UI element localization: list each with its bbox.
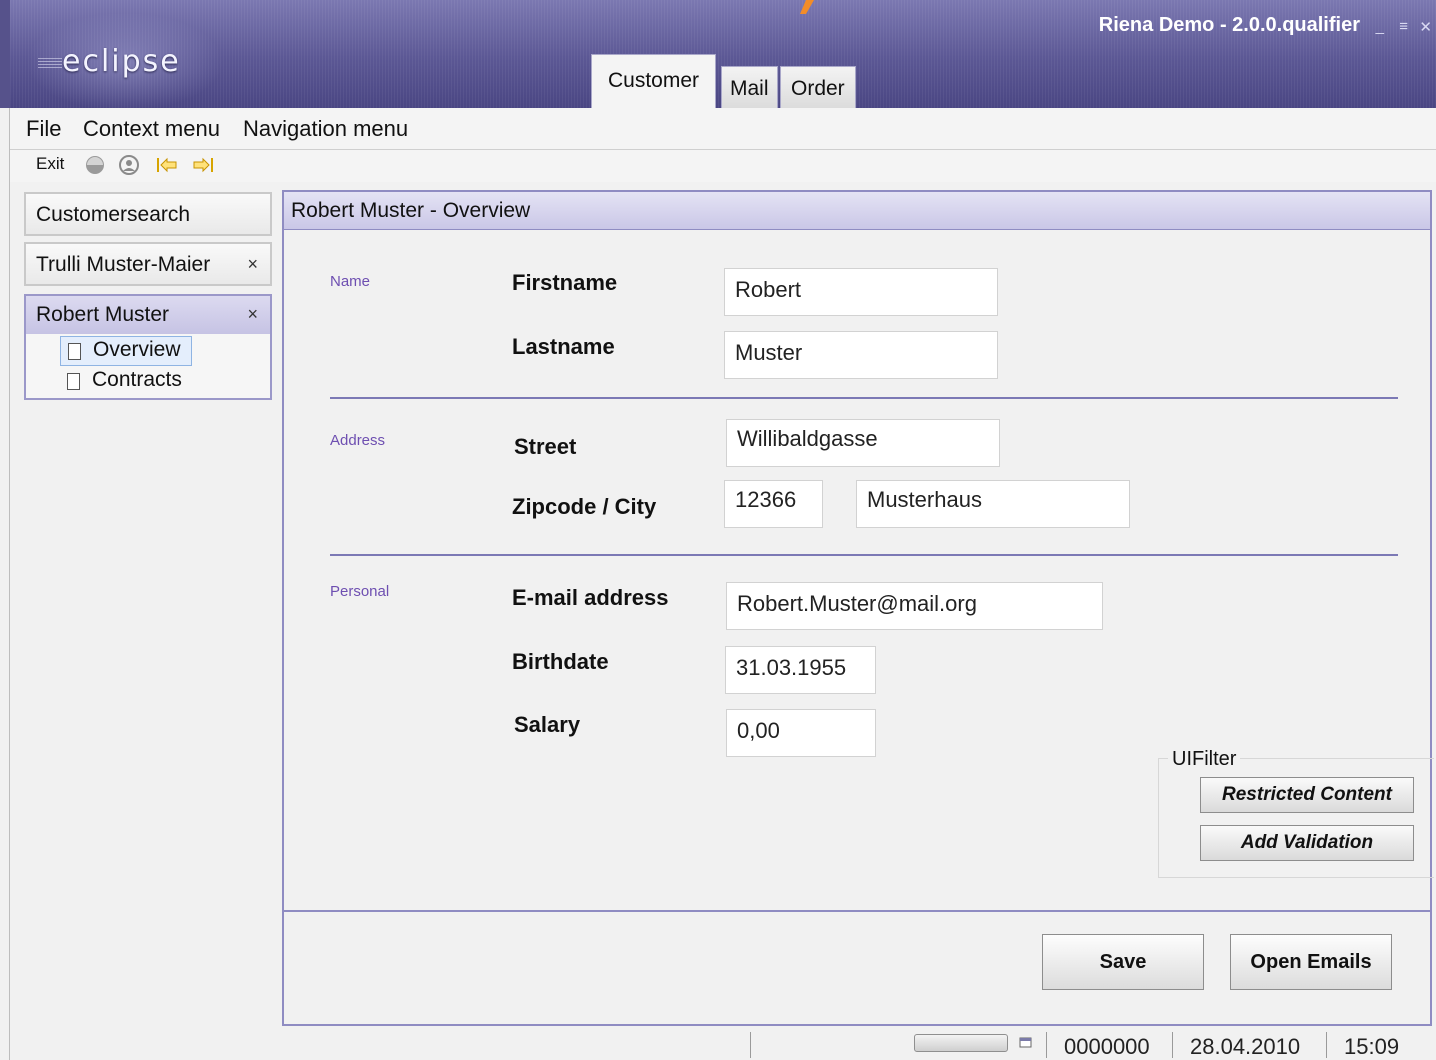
eclipse-logo: eclipse xyxy=(62,44,181,79)
status-time: 15:09 xyxy=(1344,1034,1400,1059)
nav-subitem-label: Overview xyxy=(93,338,181,361)
exit-button[interactable]: Exit xyxy=(36,154,64,174)
status-separator xyxy=(1326,1032,1327,1058)
firstname-field[interactable]: Robert xyxy=(724,268,998,316)
document-icon xyxy=(67,373,80,390)
group-label-personal: Personal xyxy=(330,583,390,600)
status-separator xyxy=(1046,1032,1047,1058)
footer-separator xyxy=(284,910,1430,912)
nav-item-label: Trulli Muster-Maier xyxy=(36,253,211,276)
nav-item-trulli-muster-maier[interactable]: Trulli Muster-Maier × xyxy=(24,242,272,286)
progress-bar xyxy=(914,1034,1008,1052)
close-window-button[interactable]: ✕ xyxy=(1419,18,1432,36)
status-separator xyxy=(750,1032,751,1058)
add-validation-button[interactable]: Add Validation xyxy=(1200,825,1414,861)
street-field[interactable]: Willibaldgasse xyxy=(726,419,1000,467)
city-field[interactable]: Musterhaus xyxy=(856,480,1130,528)
minimize-button[interactable]: _ xyxy=(1376,18,1384,35)
firstname-label: Firstname xyxy=(512,270,618,295)
accent-mark xyxy=(800,0,814,14)
menu-file[interactable]: File xyxy=(26,116,61,142)
tab-order[interactable]: Order xyxy=(780,66,856,108)
menu-navigation[interactable]: Navigation menu xyxy=(243,116,408,142)
window-edge xyxy=(0,108,10,1060)
salary-field[interactable]: 0,00 xyxy=(726,709,876,757)
window-icon[interactable] xyxy=(1018,1036,1034,1050)
close-icon[interactable]: × xyxy=(247,304,258,325)
section-separator xyxy=(330,397,1398,399)
lastname-label: Lastname xyxy=(512,334,615,359)
back-arrow-icon[interactable] xyxy=(156,154,178,176)
salary-label: Salary xyxy=(514,712,581,737)
nav-item-label: Robert Muster xyxy=(36,303,170,326)
status-number: 0000000 xyxy=(1064,1034,1150,1059)
document-icon xyxy=(68,343,81,360)
menu-context[interactable]: Context menu xyxy=(83,116,220,142)
open-emails-button[interactable]: Open Emails xyxy=(1230,934,1392,990)
nav-subitem-label: Contracts xyxy=(92,368,182,391)
section-separator xyxy=(330,554,1398,556)
tab-customer[interactable]: Customer xyxy=(591,54,717,108)
nav-item-customersearch[interactable]: Customersearch xyxy=(24,192,272,236)
save-button[interactable]: Save xyxy=(1042,934,1204,990)
tab-mail[interactable]: Mail xyxy=(721,66,778,108)
logo-decoration xyxy=(38,58,62,68)
sphere-icon[interactable] xyxy=(84,154,106,176)
group-label-address: Address xyxy=(330,432,386,449)
birthdate-label: Birthdate xyxy=(512,649,609,674)
maximize-button[interactable]: ≡ xyxy=(1399,18,1408,35)
nav-subitem-contracts[interactable]: Contracts xyxy=(60,368,210,396)
user-icon[interactable] xyxy=(118,154,140,176)
status-separator xyxy=(1172,1032,1173,1058)
menu-bar xyxy=(10,108,1436,150)
zipcode-field[interactable]: 12366 xyxy=(724,480,823,528)
overview-panel: Robert Muster - Overview Name Firstname … xyxy=(282,190,1434,1026)
nav-subitem-overview[interactable]: Overview xyxy=(60,336,192,366)
lastname-field[interactable]: Muster xyxy=(724,331,998,379)
email-field[interactable]: Robert.Muster@mail.org xyxy=(726,582,1103,630)
nav-item-label: Customersearch xyxy=(36,203,191,226)
toolbar xyxy=(10,150,1436,182)
nav-item-header[interactable]: Robert Muster × xyxy=(26,296,270,334)
email-label: E-mail address xyxy=(512,585,669,610)
street-label: Street xyxy=(514,434,577,459)
status-date: 28.04.2010 xyxy=(1190,1034,1301,1059)
close-icon[interactable]: × xyxy=(247,254,258,275)
panel-title: Robert Muster - Overview xyxy=(284,192,1430,230)
restricted-content-button[interactable]: Restricted Content xyxy=(1200,777,1414,813)
group-label-name: Name xyxy=(330,273,371,290)
nav-item-robert-muster: Robert Muster × Overview Contracts xyxy=(24,294,272,400)
birthdate-field[interactable]: 31.03.1955 xyxy=(725,646,876,694)
window-title: Riena Demo - 2.0.0.qualifier xyxy=(1098,14,1360,36)
zip-city-label: Zipcode / City xyxy=(512,494,657,519)
uifilter-title: UIFilter xyxy=(1168,748,1241,771)
forward-arrow-icon[interactable] xyxy=(192,154,214,176)
